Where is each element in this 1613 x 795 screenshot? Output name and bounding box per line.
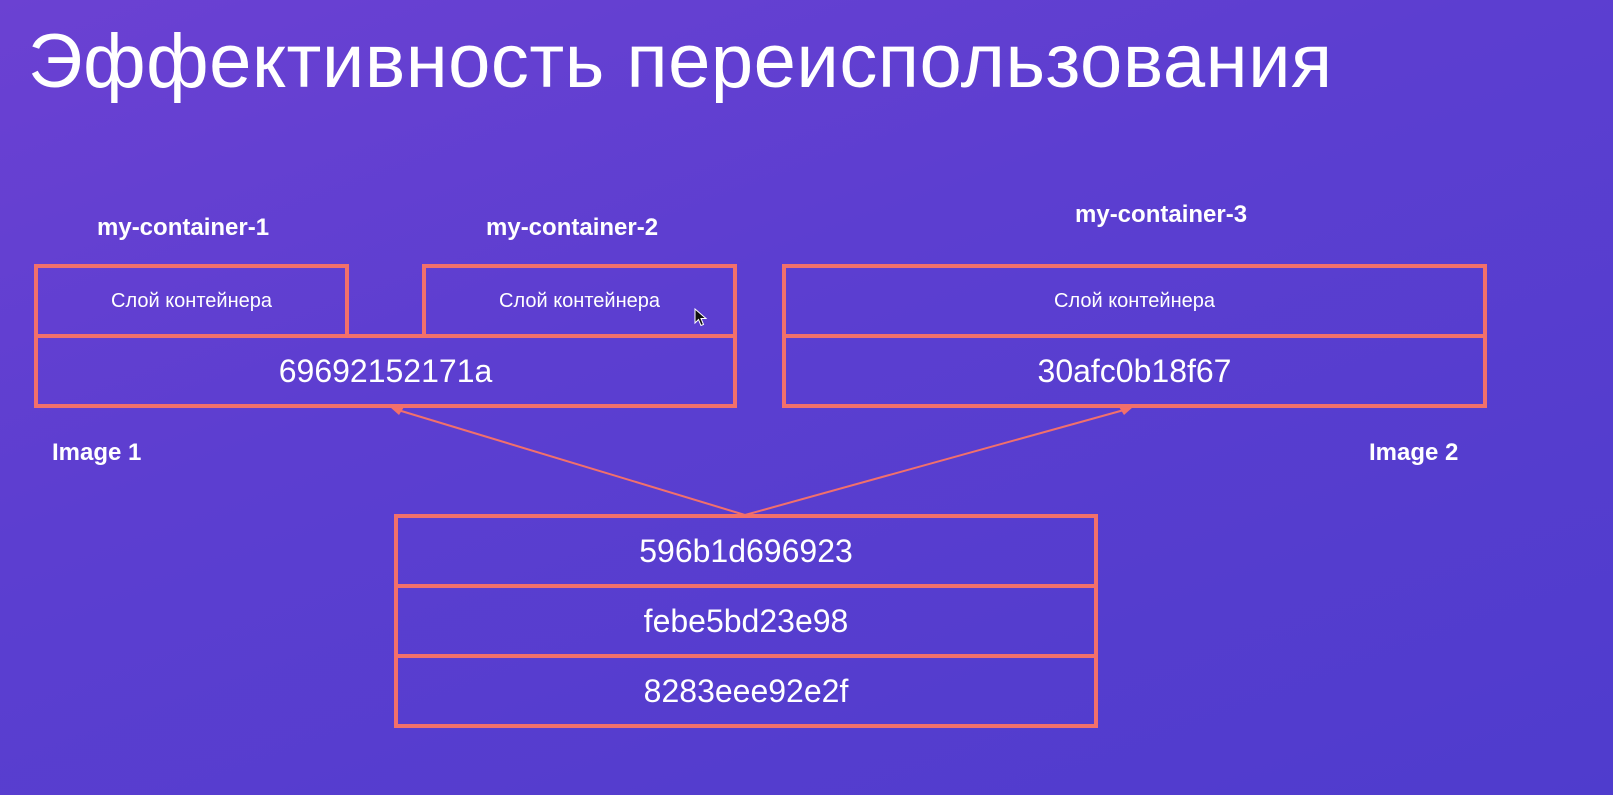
shared-layer-2: febe5bd23e98	[394, 584, 1098, 658]
image-1-layer-id: 69692152171a	[278, 352, 493, 389]
container-layer-2: Слой контейнера	[422, 264, 737, 338]
shared-layer-id: 8283eee92e2f	[643, 672, 849, 709]
image-2-top-layer: 30afc0b18f67	[782, 334, 1487, 408]
image-2-layer-id: 30afc0b18f67	[1037, 352, 1232, 389]
arrow-to-image-2	[744, 409, 1125, 516]
mouse-cursor-icon	[694, 308, 708, 327]
container-name-1: my-container-1	[97, 214, 270, 241]
container-name-3: my-container-3	[1075, 201, 1248, 228]
image-2-label: Image 2	[1369, 439, 1459, 466]
shared-layer-1: 596b1d696923	[394, 514, 1098, 588]
image-1-label: Image 1	[52, 439, 142, 466]
container-layer-label: Слой контейнера	[111, 289, 272, 312]
container-name-2: my-container-2	[486, 214, 659, 241]
slide-title: Эффективность переиспользования	[28, 19, 1333, 104]
arrow-to-image-1	[397, 409, 746, 516]
arrowhead-image-1-icon	[390, 407, 404, 415]
image-1-top-layer: 69692152171a	[34, 334, 737, 408]
shared-layer-id: febe5bd23e98	[643, 602, 849, 639]
shared-layer-id: 596b1d696923	[639, 532, 853, 569]
arrowhead-image-2-icon	[1119, 407, 1133, 415]
container-layer-label: Слой контейнера	[499, 289, 660, 312]
container-layer-label: Слой контейнера	[1054, 289, 1215, 312]
container-layer-3: Слой контейнера	[782, 264, 1487, 338]
shared-layer-3: 8283eee92e2f	[394, 654, 1098, 728]
container-layer-1: Слой контейнера	[34, 264, 349, 338]
